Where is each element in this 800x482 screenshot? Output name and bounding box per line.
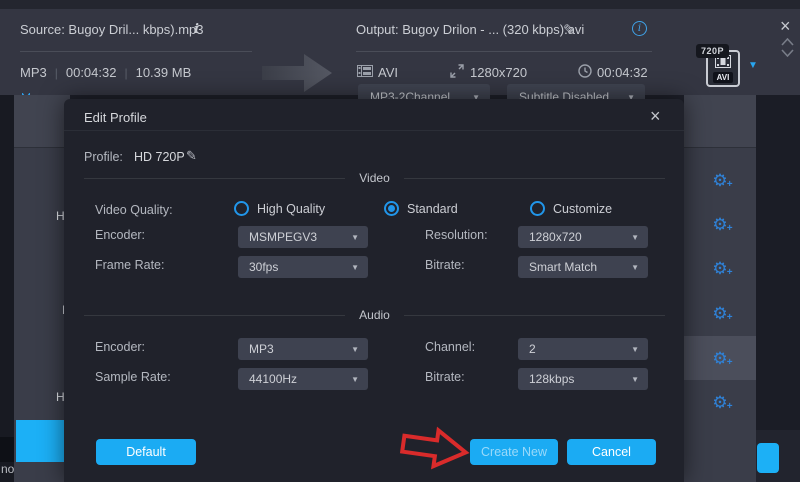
- sample-rate-select[interactable]: 44100Hz ▼: [238, 368, 368, 390]
- close-window-icon[interactable]: ×: [780, 17, 791, 35]
- profile-list-header: [14, 95, 70, 148]
- profile-caret-icon[interactable]: ▼: [748, 60, 758, 71]
- video-section-title: Video: [359, 171, 389, 185]
- audio-bitrate-select[interactable]: 128kbps ▼: [518, 368, 648, 390]
- profile-settings-gear-icon[interactable]: ⚙+: [684, 246, 756, 290]
- titlebar-strip: [0, 0, 800, 9]
- create-new-button[interactable]: Create New: [470, 439, 558, 465]
- radio-icon: [234, 201, 249, 216]
- annotation-arrow-icon: [398, 424, 474, 476]
- profile-settings-gear-icon[interactable]: ⚙+: [684, 291, 756, 335]
- output-format: AVI: [378, 65, 398, 80]
- resolution-select[interactable]: 1280x720 ▼: [518, 226, 648, 248]
- conversion-arrow-icon: [260, 52, 334, 94]
- video-section-header: Video: [84, 171, 665, 185]
- profile-settings-gear-icon[interactable]: ⚙+: [684, 158, 756, 202]
- profile-label: Profile:: [84, 150, 123, 164]
- source-format: MP3: [20, 65, 47, 80]
- resolution-label: Resolution:: [425, 228, 488, 242]
- separator: |: [124, 66, 127, 80]
- channel-select[interactable]: 2 ▼: [518, 338, 648, 360]
- radio-customize[interactable]: Customize: [530, 201, 612, 216]
- audio-section-title: Audio: [359, 308, 390, 322]
- edit-profile-dialog: Edit Profile × Profile: HD 720P ✎ Video …: [64, 99, 684, 482]
- background-block: [0, 437, 14, 462]
- video-encoder-label: Encoder:: [95, 228, 145, 242]
- source-info-icon[interactable]: i: [194, 22, 199, 37]
- output-file-title: Output: Bugoy Drilon - ... (320 kbps).av…: [356, 22, 584, 37]
- source-size: 10.39 MB: [136, 65, 192, 80]
- rename-output-icon[interactable]: ✎: [563, 21, 576, 39]
- radio-standard[interactable]: Standard: [384, 201, 458, 216]
- audio-encoder-label: Encoder:: [95, 340, 145, 354]
- profile-settings-gear-icon[interactable]: ⚙+: [684, 336, 756, 380]
- video-bitrate-label: Bitrate:: [425, 258, 465, 272]
- frame-rate-label: Frame Rate:: [95, 258, 164, 272]
- chevron-up-icon[interactable]: [781, 38, 794, 46]
- caret-down-icon: ▼: [631, 345, 639, 354]
- caret-down-icon: ▼: [631, 375, 639, 384]
- default-button[interactable]: Default: [96, 439, 196, 465]
- source-file-title: Source: Bugoy Dril... kbps).mp3: [20, 22, 204, 37]
- caret-down-icon: ▼: [631, 263, 639, 272]
- radio-selected-icon: [384, 201, 399, 216]
- caret-down-icon: ▼: [351, 345, 359, 354]
- radio-icon: [530, 201, 545, 216]
- dialog-close-icon[interactable]: ×: [650, 107, 661, 125]
- cancel-button[interactable]: Cancel: [567, 439, 656, 465]
- audio-encoder-select[interactable]: MP3 ▼: [238, 338, 368, 360]
- quality-badge: 720P: [696, 44, 729, 58]
- separator: |: [55, 66, 58, 80]
- caret-down-icon: ▼: [351, 233, 359, 242]
- profile-settings-gear-icon[interactable]: ⚙+: [684, 380, 756, 424]
- resolution-icon: [450, 64, 464, 78]
- audio-bitrate-label: Bitrate:: [425, 370, 465, 384]
- source-duration: 00:04:32: [66, 65, 117, 80]
- caret-down-icon: ▼: [351, 375, 359, 384]
- dialog-title: Edit Profile: [84, 110, 147, 125]
- chevron-down-icon[interactable]: [781, 49, 794, 57]
- profile-name: HD 720P: [134, 150, 185, 164]
- profile-settings-gear-icon[interactable]: ⚙+: [684, 202, 756, 246]
- window-left-edge: [0, 95, 14, 482]
- output-resolution: 1280x720: [470, 65, 527, 80]
- audio-section-header: Audio: [84, 308, 665, 322]
- video-bitrate-select[interactable]: Smart Match ▼: [518, 256, 648, 278]
- output-info-icon[interactable]: i: [632, 21, 647, 36]
- output-divider: [356, 51, 652, 52]
- channel-label: Channel:: [425, 340, 475, 354]
- source-divider: [20, 51, 252, 52]
- video-encoder-select[interactable]: MSMPEGV3 ▼: [238, 226, 368, 248]
- output-duration: 00:04:32: [597, 65, 648, 80]
- settings-column: ⚙+ ⚙+ ⚙+ ⚙+ ⚙+ ⚙+: [684, 95, 756, 482]
- source-meta: MP3 | 00:04:32 | 10.39 MB: [20, 65, 191, 80]
- selected-profile-highlight[interactable]: [16, 420, 64, 462]
- edit-profile-name-icon[interactable]: ✎: [186, 148, 197, 164]
- radio-high-quality[interactable]: High Quality: [234, 201, 325, 216]
- settings-column-header: [684, 95, 756, 148]
- duration-clock-icon: [578, 64, 592, 78]
- window-right-area: [756, 95, 800, 482]
- app-window: Source: Bugoy Dril... kbps).mp3 i MP3 | …: [0, 0, 800, 482]
- film-icon: [357, 65, 373, 77]
- conversion-info-banner: [0, 0, 800, 95]
- caret-down-icon: ▼: [351, 263, 359, 272]
- caret-down-icon: ▼: [631, 233, 639, 242]
- convert-button-fragment[interactable]: [757, 443, 779, 473]
- dialog-header-divider: [64, 130, 684, 131]
- format-label: AVI: [713, 72, 734, 83]
- frame-rate-select[interactable]: 30fps ▼: [238, 256, 368, 278]
- sample-rate-label: Sample Rate:: [95, 370, 171, 384]
- video-quality-label: Video Quality:: [95, 203, 173, 217]
